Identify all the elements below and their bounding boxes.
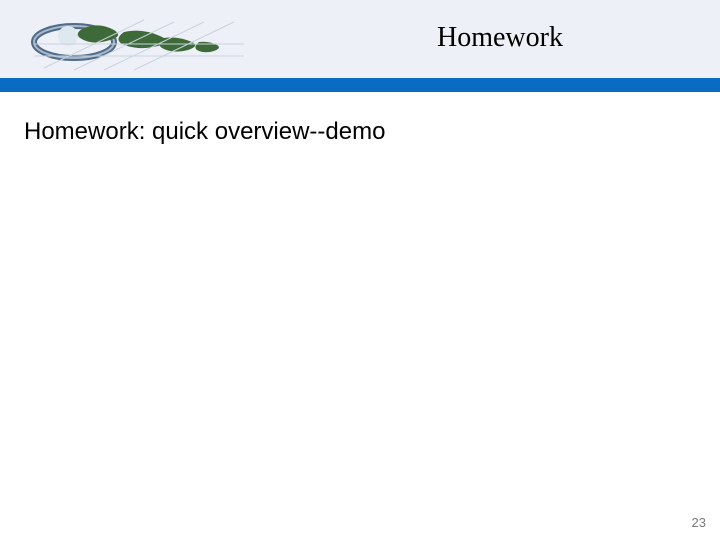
slide: Homework Homework: quick overview--demo …: [0, 0, 720, 540]
header-band: Homework: [0, 0, 720, 79]
page-number: 23: [692, 515, 706, 530]
globe-logo: [14, 8, 274, 72]
body-heading: Homework: quick overview--demo: [24, 118, 385, 146]
accent-bar: [0, 78, 720, 92]
slide-title: Homework: [300, 22, 700, 54]
